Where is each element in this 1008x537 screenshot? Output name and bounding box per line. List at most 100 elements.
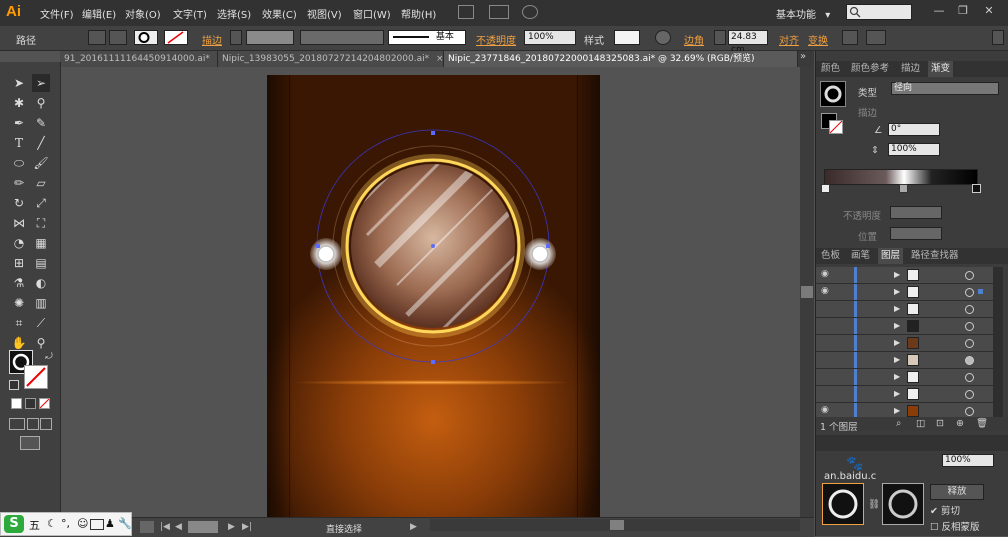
draw-inside-icon[interactable] [40,418,52,430]
gradient-type-select[interactable]: 径向 [891,82,999,95]
symbol-sprayer-tool-icon[interactable]: ✺ [10,294,28,312]
tab-layers[interactable]: 图层 [878,248,904,264]
menu-select[interactable]: 选择(S) [217,6,251,21]
arrange-documents-icon[interactable] [489,5,509,19]
stroke-weight-input[interactable] [246,30,294,45]
none-mode-icon[interactable] [39,398,50,409]
layer-row[interactable]: ▶ [816,352,993,369]
align-label[interactable]: 对齐 [779,32,799,47]
menu-edit[interactable]: 编辑(E) [82,6,116,21]
gradient-stroke-swatch[interactable] [829,120,843,134]
opacity-label[interactable]: 不透明度 [476,32,516,47]
first-artboard-icon[interactable]: |◀ [160,522,170,532]
expand-arrow-icon[interactable]: ▶ [894,287,900,296]
menu-object[interactable]: 对象(O) [125,6,161,21]
tab-document-1[interactable]: 91_20161111164450914000.ai* × [60,51,218,67]
user-icon[interactable]: ♟ [105,517,115,530]
tab-stroke[interactable]: 描边 [898,61,923,77]
make-clip-mask-icon[interactable]: ◫ [916,418,925,429]
vertical-scroll-thumb[interactable] [801,286,813,298]
mask-link-icon[interactable]: ⛓ [868,499,880,510]
artwork-thumbnail[interactable] [822,483,864,525]
target-circle-icon[interactable] [965,322,974,331]
draw-behind-icon[interactable] [27,418,39,430]
tab-brushes[interactable]: 画笔 [848,248,873,264]
prev-artboard-icon[interactable]: ◀ [175,522,182,532]
stop-opacity-input[interactable] [890,206,942,219]
screen-mode-icon[interactable] [20,436,40,450]
zoom-select[interactable] [140,521,154,533]
swap-colors-icon[interactable]: ⤾ [40,348,58,366]
menu-type[interactable]: 文字(T) [173,6,207,21]
target-circle-icon[interactable] [965,390,974,399]
layers-scrollbar[interactable] [993,267,1003,417]
tab-color[interactable]: 颜色 [818,61,843,77]
eye-icon[interactable]: ◉ [821,406,831,415]
panel-menu-icon[interactable] [992,30,1004,45]
anchor-point-bottom[interactable] [431,360,435,364]
expand-arrow-icon[interactable]: ▶ [894,270,900,279]
emoji-icon[interactable]: ☺ [77,517,88,530]
anchor-point-left[interactable] [316,244,320,248]
menu-window[interactable]: 窗口(W) [353,6,391,21]
recolor-icon[interactable] [655,30,671,45]
stop-location-input[interactable] [890,227,942,240]
perspective-grid-tool-icon[interactable]: ▦ [32,234,50,252]
menu-help[interactable]: 帮助(H) [401,6,436,21]
corner-label[interactable]: 边角 [684,32,704,47]
transform-label[interactable]: 变换 [808,32,828,47]
layer-row[interactable]: ◉ ▶ [816,267,993,284]
free-transform-tool-icon[interactable]: ⛶ [32,214,50,232]
wu-input-mode[interactable]: 五 [29,517,40,533]
slice-tool-icon[interactable]: ⟋ [32,314,50,332]
layer-row[interactable]: ▶ [816,335,993,352]
menu-file[interactable]: 文件(F) [40,6,74,21]
gradient-stop-3[interactable] [972,184,981,193]
release-button[interactable]: 释放 [930,484,984,500]
corner-stepper[interactable] [714,30,726,45]
center-point[interactable] [431,244,435,248]
new-layer-icon[interactable]: ⊕ [956,418,964,429]
tab-pathfinder[interactable]: 路径查找器 [908,248,962,264]
target-circle-icon[interactable] [965,407,974,416]
invert-mask-checkbox[interactable]: ☐ 反相蒙版 [930,519,980,533]
width-tool-icon[interactable]: ⋈ [10,214,28,232]
gradient-slider-bar[interactable] [824,169,978,185]
eyedropper-tool-icon[interactable]: ⚗ [10,274,28,292]
gradient-stop-1[interactable] [821,184,830,193]
minimize-button[interactable]: — [932,4,946,18]
artboard-tool-icon[interactable]: ⌗ [10,314,28,332]
puppet-icon[interactable] [866,30,886,45]
expand-arrow-icon[interactable]: ▶ [894,372,900,381]
locate-object-icon[interactable]: ⌕ [896,418,901,429]
bridge-icon[interactable] [458,5,474,19]
isolate-icon[interactable] [88,30,106,45]
selection-indicator[interactable] [978,289,983,294]
curvature-tool-icon[interactable]: ✎ [32,114,50,132]
expand-arrow-icon[interactable]: ▶ [894,406,900,415]
horizontal-scroll-thumb[interactable] [610,520,624,530]
opacity-mask-thumbnail[interactable] [882,483,924,525]
poster-graphic[interactable] [267,75,600,517]
layer-row[interactable]: ▶ [816,318,993,335]
scale-tool-icon[interactable]: ⤢ [32,194,50,212]
gradient-stop-2[interactable] [899,184,908,193]
last-artboard-icon[interactable]: ▶| [242,522,252,532]
gradient-aspect-input[interactable]: 100% [888,143,940,156]
opacity-input[interactable]: 100% [524,30,576,45]
ellipse-tool-icon[interactable]: ⬭ [10,154,28,172]
mesh-tool-icon[interactable]: ⊞ [10,254,28,272]
target-circle-icon[interactable] [965,373,974,382]
layer-row[interactable]: ◉ ▶ [816,403,993,417]
stroke-swatch[interactable] [164,30,188,45]
graphic-style-swatch[interactable] [614,30,640,45]
corner-radius-input[interactable]: 24.83 cm [728,30,768,55]
pen-tool-icon[interactable]: ✒ [10,114,28,132]
layer-row[interactable]: ▶ [816,301,993,318]
target-circle-icon[interactable] [965,271,974,280]
eye-icon[interactable]: ◉ [821,270,831,279]
direct-selection-tool-icon[interactable]: ➢ [32,74,50,92]
expand-arrow-icon[interactable]: ▶ [894,338,900,347]
paintbrush-tool-icon[interactable]: 🖌 [32,154,50,172]
target-circle-icon[interactable] [965,356,974,365]
